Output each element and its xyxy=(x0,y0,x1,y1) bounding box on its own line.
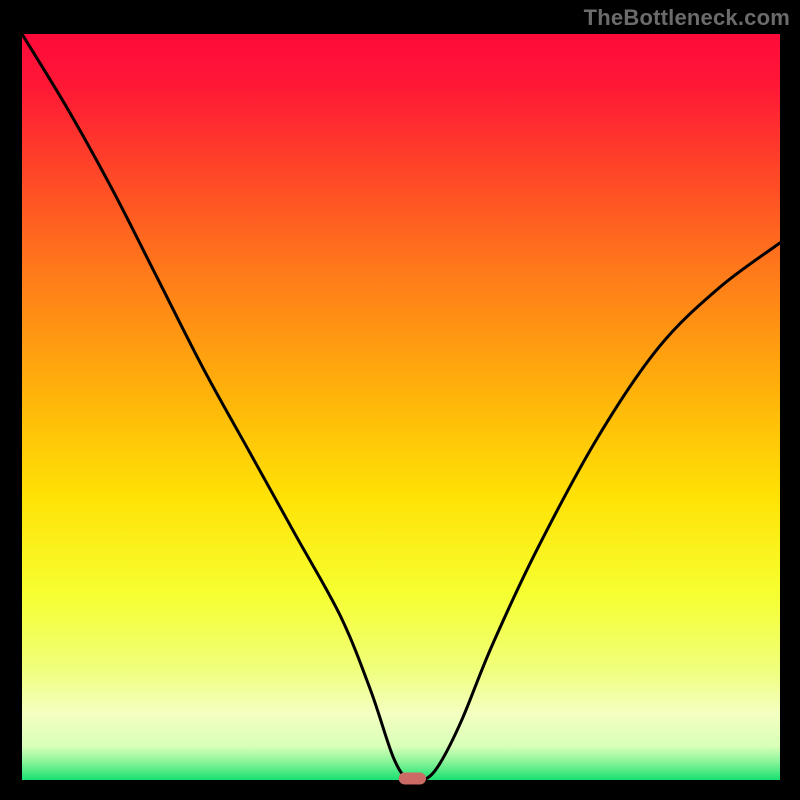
bottleneck-chart xyxy=(0,0,800,800)
chart-stage: TheBottleneck.com xyxy=(0,0,800,800)
watermark-text: TheBottleneck.com xyxy=(584,5,790,31)
optimal-point-marker xyxy=(399,773,426,785)
plot-area xyxy=(22,34,780,780)
